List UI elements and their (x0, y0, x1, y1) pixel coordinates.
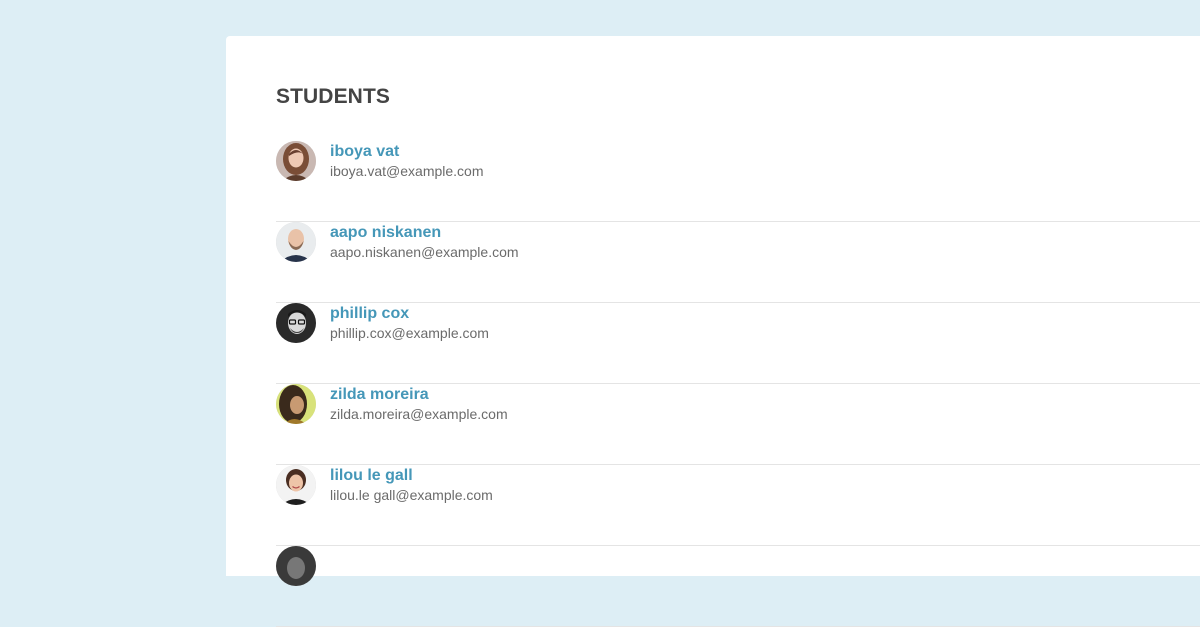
student-name-link[interactable]: aapo niskanen (330, 224, 441, 242)
student-email: iboya.vat@example.com (330, 163, 484, 179)
student-email: lilou.le gall@example.com (330, 487, 493, 503)
avatar-man-glasses-icon (276, 303, 316, 343)
student-list: iboya vat iboya.vat@example.com aapo nis… (276, 141, 1200, 627)
list-item: iboya vat iboya.vat@example.com (276, 141, 1200, 222)
students-panel: STUDENTS iboya vat iboya.vat@example.com (226, 36, 1200, 627)
avatar[interactable] (276, 303, 316, 343)
avatar[interactable] (276, 141, 316, 181)
list-item (276, 546, 1200, 627)
avatar-woman-smiling-icon (276, 465, 316, 505)
list-item: zilda moreira zilda.moreira@example.com (276, 384, 1200, 465)
avatar-man-bald-beard-icon (276, 222, 316, 262)
avatar[interactable] (276, 465, 316, 505)
avatar[interactable] (276, 546, 316, 586)
avatar-woman-dark-hair-icon (276, 384, 316, 424)
list-item: phillip cox phillip.cox@example.com (276, 303, 1200, 384)
student-name-link[interactable]: lilou le gall (330, 467, 413, 485)
list-item: lilou le gall lilou.le gall@example.com (276, 465, 1200, 546)
student-name-link[interactable]: iboya vat (330, 143, 399, 161)
student-email: zilda.moreira@example.com (330, 406, 508, 422)
student-name-link[interactable]: zilda moreira (330, 386, 429, 404)
avatar[interactable] (276, 222, 316, 262)
page-title: STUDENTS (276, 85, 390, 108)
avatar[interactable] (276, 384, 316, 424)
student-email: aapo.niskanen@example.com (330, 244, 519, 260)
list-item: aapo niskanen aapo.niskanen@example.com (276, 222, 1200, 303)
avatar-partial-icon (276, 546, 316, 586)
student-name-link[interactable]: phillip cox (330, 305, 409, 323)
avatar-woman-brown-hair-icon (276, 141, 316, 181)
student-email: phillip.cox@example.com (330, 325, 489, 341)
